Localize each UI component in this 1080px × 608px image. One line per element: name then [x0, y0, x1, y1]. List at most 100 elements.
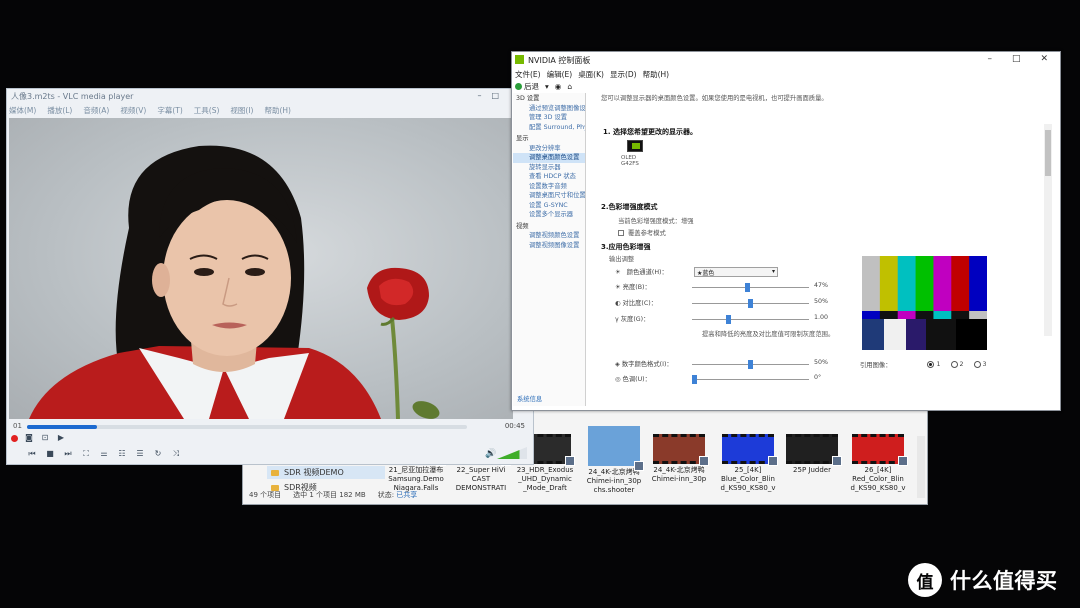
slider-thumb[interactable]: [692, 375, 697, 384]
tree-task-link[interactable]: 调整桌面尺寸和位置: [513, 191, 585, 201]
frame-step-icon[interactable]: ▶: [56, 433, 66, 443]
menu-item[interactable]: 媒体(M): [9, 105, 36, 115]
seek-bar[interactable]: 01 00:45: [13, 422, 531, 436]
watermark-logo-text: 值: [916, 572, 934, 593]
tree-category[interactable]: 显示: [513, 134, 585, 144]
explorer-scrollbar[interactable]: [917, 436, 925, 498]
menu-item[interactable]: 字幕(T): [157, 105, 182, 115]
menu-item[interactable]: 显示(D): [610, 69, 637, 79]
maximize-icon[interactable]: □: [1012, 54, 1021, 64]
previous-icon[interactable]: ⏮: [27, 449, 37, 459]
scrollbar-thumb[interactable]: [1045, 130, 1051, 176]
slider-row: ◐ 对比度(C)： 50%: [615, 298, 855, 310]
tree-task-link[interactable]: 通过预览调整图像设置: [513, 104, 585, 114]
back-arrow-icon: [515, 82, 522, 90]
tree-task-link[interactable]: 调整桌面颜色设置: [513, 153, 585, 163]
reference-mode-checkbox[interactable]: 覆盖参考模式: [618, 228, 666, 237]
slider-thumb[interactable]: [748, 360, 753, 369]
volume-slider[interactable]: 🔊: [485, 446, 527, 460]
nvidia-content-pane: 您可以调整显示器的桌面颜色设置。如果您使用的是电视机，也可提升画面质量。 1. …: [587, 93, 1052, 406]
slider-track[interactable]: [692, 315, 809, 324]
monitor-name: OLED G42FS: [621, 155, 639, 167]
next-icon[interactable]: ⏭: [63, 449, 73, 459]
loop-icon[interactable]: ↻: [153, 449, 163, 459]
radio-label: 3: [982, 361, 987, 368]
slider-label-text: 色调(U)：: [622, 376, 651, 383]
color-channel-select[interactable]: ★蓝色 ▾: [694, 267, 778, 277]
minimize-icon[interactable]: –: [987, 54, 992, 64]
slider-label-text: 数字颜色格式(I)：: [621, 361, 673, 368]
tree-category[interactable]: 视频: [513, 222, 585, 232]
tree-task-link[interactable]: 旋转显示器: [513, 163, 585, 173]
record-icon[interactable]: [11, 434, 18, 442]
tree-task-link[interactable]: 设置数字音频: [513, 182, 585, 192]
slider-track[interactable]: [692, 299, 809, 308]
menu-item[interactable]: 编辑(E): [547, 69, 573, 79]
stop-icon[interactable]: ■: [45, 449, 55, 459]
equalizer-icon[interactable]: ☷: [117, 449, 127, 459]
menu-item[interactable]: 视频(V): [120, 105, 146, 115]
tree-task-link[interactable]: 更改分辨率: [513, 144, 585, 154]
file-name: 24_4K-北京烤鸭 Chimei-inn_30p chs.shooter: [586, 468, 642, 494]
slider-track[interactable]: [692, 375, 809, 384]
slider-track[interactable]: [692, 360, 809, 369]
close-icon[interactable]: ✕: [1040, 54, 1048, 64]
nav-item-sdr-demo[interactable]: SDR 视频DEMO: [267, 466, 385, 479]
file-item[interactable]: 24_4K-北京烤鸭 Chimei-inn_30p: [648, 434, 710, 484]
menu-item[interactable]: 帮助(H): [264, 105, 291, 115]
tree-category[interactable]: 3D 设置: [513, 94, 585, 104]
maximize-icon[interactable]: □: [491, 91, 499, 101]
tree-task-link[interactable]: 调整视频颜色设置: [513, 231, 585, 241]
slider-thumb[interactable]: [725, 315, 731, 324]
loop-ab-icon[interactable]: ⊡: [40, 433, 50, 443]
reference-radio[interactable]: 2: [950, 361, 964, 368]
tree-task-link[interactable]: 设置 G-SYNC: [513, 201, 585, 211]
item-count: 49 个项目: [249, 491, 282, 499]
content-scrollbar[interactable]: [1044, 124, 1052, 336]
reference-radio[interactable]: 3: [973, 361, 987, 368]
radio-icon: [973, 361, 981, 368]
menu-item[interactable]: 音频(A): [83, 105, 109, 115]
file-item[interactable]: 24_4K-北京烤鸭 Chimei-inn_30p chs.shooter: [583, 426, 645, 495]
nvidia-control-panel-window: NVIDIA 控制面板 – □ ✕ 文件(E) 编辑(E) 桌面(K) 显示(D) 帮助…: [511, 51, 1061, 411]
seek-track[interactable]: [27, 425, 467, 429]
playlist-icon[interactable]: ☰: [135, 449, 145, 459]
snapshot-icon[interactable]: ◙: [24, 433, 34, 443]
menu-item[interactable]: 工具(S): [194, 105, 220, 115]
file-item[interactable]: 25_[4K] Blue_Color_Blin d_KS90_KS80_v: [717, 434, 779, 493]
video-file-icon: [699, 456, 709, 466]
system-info-link[interactable]: 系统信息: [517, 395, 542, 405]
color-bar-reverse: [969, 311, 987, 319]
shuffle-icon[interactable]: ⤨: [171, 449, 181, 459]
slider-label: ◈ 数字颜色格式(I)：: [615, 359, 673, 368]
monitor-item[interactable]: OLED G42FS: [621, 140, 655, 167]
tree-task-link[interactable]: 配置 Surround, PhysX: [513, 123, 585, 133]
menu-item[interactable]: 桌面(K): [578, 69, 604, 79]
tree-task-link[interactable]: 设置多个显示器: [513, 210, 585, 220]
tree-task-link[interactable]: 调整视频图像设置: [513, 241, 585, 251]
slider-thumb[interactable]: [748, 299, 753, 308]
dropdown-arrow-icon[interactable]: ▾: [545, 82, 549, 91]
back-button[interactable]: 后退: [515, 81, 539, 92]
file-item[interactable]: 26_[4K] Red_Color_Blin d_KS90_KS80_v: [847, 434, 909, 493]
slider-thumb[interactable]: [744, 283, 750, 292]
slider-track[interactable]: [692, 283, 809, 292]
menu-item[interactable]: 视图(I): [230, 105, 253, 115]
menu-item[interactable]: 播放(L): [47, 105, 72, 115]
fullscreen-icon[interactable]: ⛶: [81, 449, 91, 459]
output-adjust-label: 输出调整: [609, 256, 635, 263]
menu-item[interactable]: 文件(E): [515, 69, 541, 79]
video-frame[interactable]: [9, 118, 513, 419]
tree-task-link[interactable]: 管理 3D 设置: [513, 113, 585, 123]
share-status: 状态: 已共享: [378, 490, 418, 500]
file-item[interactable]: 25P Judder: [781, 434, 843, 475]
minimize-icon[interactable]: –: [477, 91, 481, 101]
home-icon[interactable]: ⌂: [567, 82, 572, 91]
menu-item[interactable]: 帮助(H): [643, 69, 670, 79]
forward-icon[interactable]: ◉: [555, 82, 562, 91]
extended-settings-icon[interactable]: ⚌: [99, 449, 109, 459]
checkbox-box: [618, 229, 624, 236]
file-name: 25_[4K] Blue_Color_Blin d_KS90_KS80_v: [720, 466, 776, 492]
tree-task-link[interactable]: 查看 HDCP 状态: [513, 172, 585, 182]
reference-radio[interactable]: 1: [927, 361, 941, 368]
